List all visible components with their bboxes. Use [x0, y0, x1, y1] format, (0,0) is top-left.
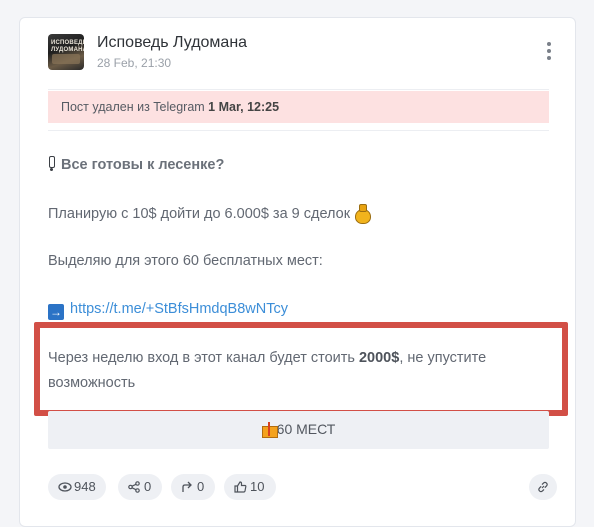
likes-chip[interactable]: 10 — [224, 474, 276, 500]
inline-button-label: 60 МЕСТ — [276, 421, 336, 437]
arrow-right-icon: → — [48, 304, 64, 320]
views-chip[interactable]: 948 — [48, 474, 106, 500]
divider — [48, 130, 549, 131]
channel-avatar[interactable]: ИСПОВЕДЬ ЛУДОМАНА — [48, 34, 84, 70]
more-vertical-icon[interactable] — [543, 40, 555, 64]
post-text-line: Через неделю вход в этот канал будет сто… — [48, 350, 487, 366]
post-text-line: Выделяю для этого 60 бесплатных мест: — [48, 253, 323, 269]
post-text-line: Планирую с 10$ дойти до 6.000$ за 9 сдел… — [48, 204, 372, 224]
post-date: 28 Feb, 21:30 — [97, 56, 172, 70]
post-title: Все готовы к лесенке? — [48, 156, 224, 173]
money-bag-icon — [354, 204, 372, 224]
share-icon — [128, 481, 140, 493]
views-count: 948 — [74, 479, 96, 494]
gift-icon — [261, 422, 278, 438]
post-header: ИСПОВЕДЬ ЛУДОМАНА Исповедь Лудомана 28 F… — [48, 34, 555, 74]
divider — [48, 89, 549, 90]
post-footer: 948 0 0 10 — [48, 474, 557, 501]
deleted-banner: Пост удален из Telegram 1 Mar, 12:25 — [48, 91, 549, 123]
likes-count: 10 — [250, 479, 265, 494]
post-card: ИСПОВЕДЬ ЛУДОМАНА Исповедь Лудомана 28 F… — [19, 17, 576, 527]
post-text-line: возможность — [48, 375, 136, 391]
price-value: 2000$ — [358, 350, 400, 366]
forwards-chip[interactable]: 0 — [171, 474, 215, 500]
highlight-box — [34, 322, 568, 416]
forwards-count: 0 — [197, 479, 205, 494]
channel-name[interactable]: Исповедь Лудомана — [97, 34, 247, 52]
inline-button[interactable]: 60 МЕСТ — [48, 411, 549, 449]
post-link-line: → https://t.me/+StBfsHmdqB8wNTcy — [48, 301, 288, 320]
shares-count: 0 — [144, 479, 152, 494]
forward-icon — [182, 481, 192, 492]
shares-chip[interactable]: 0 — [118, 474, 162, 500]
eye-icon — [58, 482, 72, 492]
thumbs-up-icon — [234, 481, 247, 493]
avatar-logo-text: ИСПОВЕДЬ ЛУДОМАНА — [51, 40, 84, 53]
exclamation-icon — [48, 156, 55, 171]
deleted-date: 1 Mar, 12:25 — [208, 100, 280, 114]
copy-link-button[interactable] — [529, 474, 557, 500]
deleted-text: Пост удален из Telegram — [61, 100, 209, 114]
invite-link[interactable]: https://t.me/+StBfsHmdqB8wNTcy — [70, 301, 288, 317]
link-icon — [538, 481, 548, 493]
